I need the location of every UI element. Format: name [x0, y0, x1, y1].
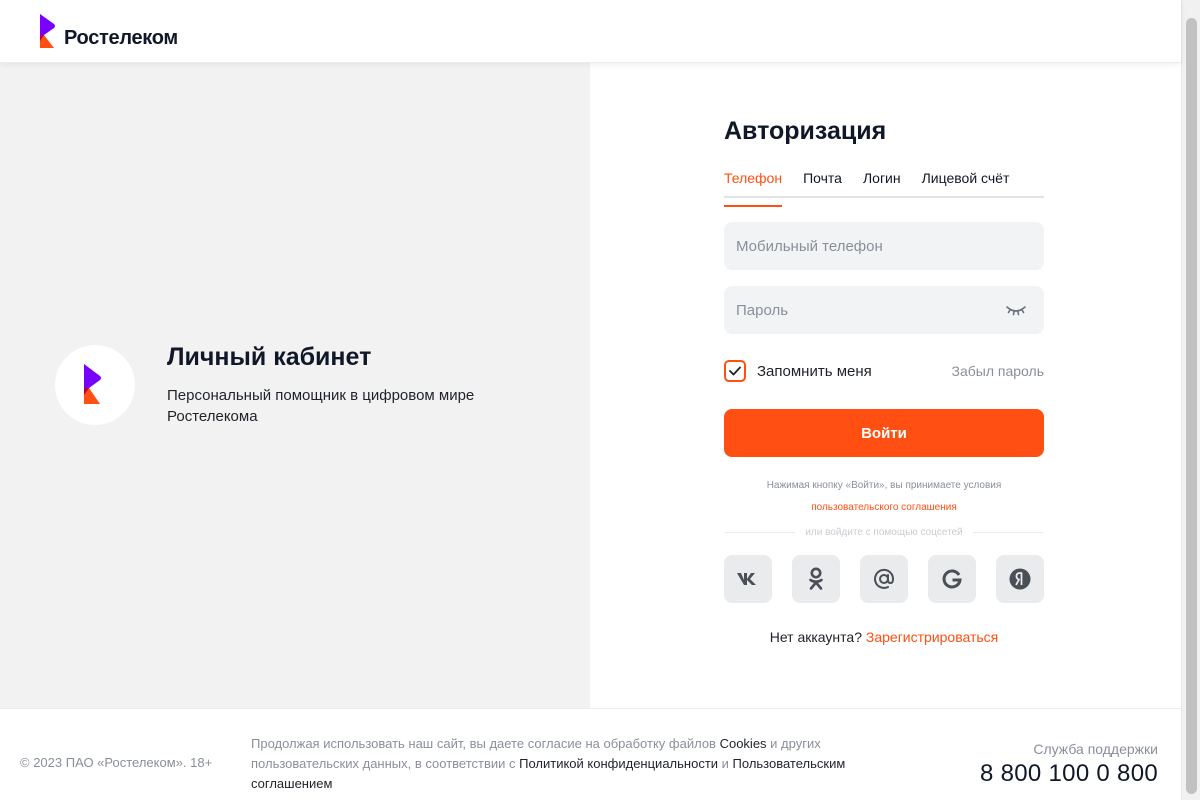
tab-email[interactable]: Почта: [803, 169, 842, 196]
vk-login-button[interactable]: [724, 555, 772, 603]
remember-checkbox[interactable]: [724, 360, 746, 382]
scrollbar[interactable]: [1181, 0, 1200, 800]
register-link[interactable]: Зарегистрироваться: [866, 629, 998, 645]
password-input[interactable]: [724, 286, 1044, 334]
mail-login-button[interactable]: [860, 555, 908, 603]
terms-text: Нажимая кнопку «Войти», вы принимаете ус…: [766, 480, 1002, 491]
tab-phone[interactable]: Телефон: [724, 169, 783, 207]
tab-login[interactable]: Логин: [863, 169, 901, 196]
terms-notice: Нажимая кнопку «Войти», вы принимаете ус…: [724, 475, 1044, 519]
cookie-text: Продолжая использовать наш сайт, вы дает…: [251, 736, 720, 751]
social-buttons: [724, 555, 1044, 603]
promo-description: Персональный помощник в цифровом мире Ро…: [167, 387, 475, 425]
remember-row: Запомнить меня Забыл пароль: [724, 359, 1044, 383]
support-label: Служба поддержки: [1033, 741, 1158, 757]
register-row: Нет аккаунта? Зарегистрироваться: [724, 629, 1044, 645]
social-divider-text: или войдите с помощью соцсетей: [805, 526, 963, 538]
forgot-password-link[interactable]: Забыл пароль: [952, 363, 1044, 379]
social-divider: или войдите с помощью соцсетей: [724, 525, 1044, 539]
ok-icon: [809, 567, 823, 590]
google-login-button[interactable]: [928, 555, 976, 603]
terms-link[interactable]: пользовательского соглашения: [811, 502, 957, 513]
promo-logo: [55, 345, 135, 425]
brand-name: Ростелеком: [64, 27, 178, 49]
cookies-link[interactable]: Cookies: [720, 736, 767, 751]
rostelecom-logo-icon: [40, 14, 55, 48]
divider-line: [724, 531, 796, 533]
yandex-login-button[interactable]: [996, 555, 1044, 603]
privacy-policy-link[interactable]: Политикой конфиденциальности: [519, 756, 718, 771]
ok-login-button[interactable]: [792, 555, 840, 603]
divider-line: [972, 531, 1044, 533]
phone-field: [724, 222, 1044, 270]
auth-title: Авторизация: [724, 117, 887, 145]
password-field: [724, 286, 1044, 334]
scrollbar-thumb[interactable]: [1186, 18, 1197, 794]
rostelecom-logo-icon: [84, 364, 101, 404]
cookie-notice: Продолжая использовать наш сайт, вы дает…: [251, 734, 911, 794]
google-icon: [942, 569, 962, 589]
page: Ростелеком Личный кабинет Персональный п…: [0, 0, 1181, 800]
promo-panel: Личный кабинет Персональный помощник в ц…: [0, 63, 590, 708]
footer: © 2023 ПАО «Ростелеком». 18+ Продолжая и…: [0, 708, 1181, 800]
auth-tabs: Телефон Почта Логин Лицевой счёт: [724, 169, 1044, 207]
mail-icon: [874, 568, 895, 589]
remember-me[interactable]: Запомнить меня: [724, 360, 872, 382]
login-button[interactable]: Войти: [724, 409, 1044, 457]
header: Ростелеком: [0, 0, 1181, 63]
no-account-text: Нет аккаунта?: [769, 629, 862, 645]
promo-title: Личный кабинет: [167, 343, 372, 371]
eye-closed-icon[interactable]: [1006, 303, 1026, 317]
auth-form: Авторизация Телефон Почта Логин Лицевой …: [724, 115, 1044, 645]
copyright: © 2023 ПАО «Ростелеком». 18+: [20, 755, 213, 770]
phone-input[interactable]: [724, 222, 1044, 270]
remember-label: Запомнить меня: [757, 362, 872, 380]
support-phone[interactable]: 8 800 100 0 800: [980, 760, 1158, 788]
brand-logo[interactable]: Ростелеком: [38, 14, 178, 50]
tab-account[interactable]: Лицевой счёт: [922, 169, 1010, 196]
check-icon: [729, 366, 741, 376]
yandex-icon: [1009, 568, 1031, 590]
vk-icon: [737, 573, 756, 585]
cookie-text: и: [718, 756, 733, 771]
support-block: Служба поддержки 8 800 100 0 800: [980, 741, 1158, 788]
